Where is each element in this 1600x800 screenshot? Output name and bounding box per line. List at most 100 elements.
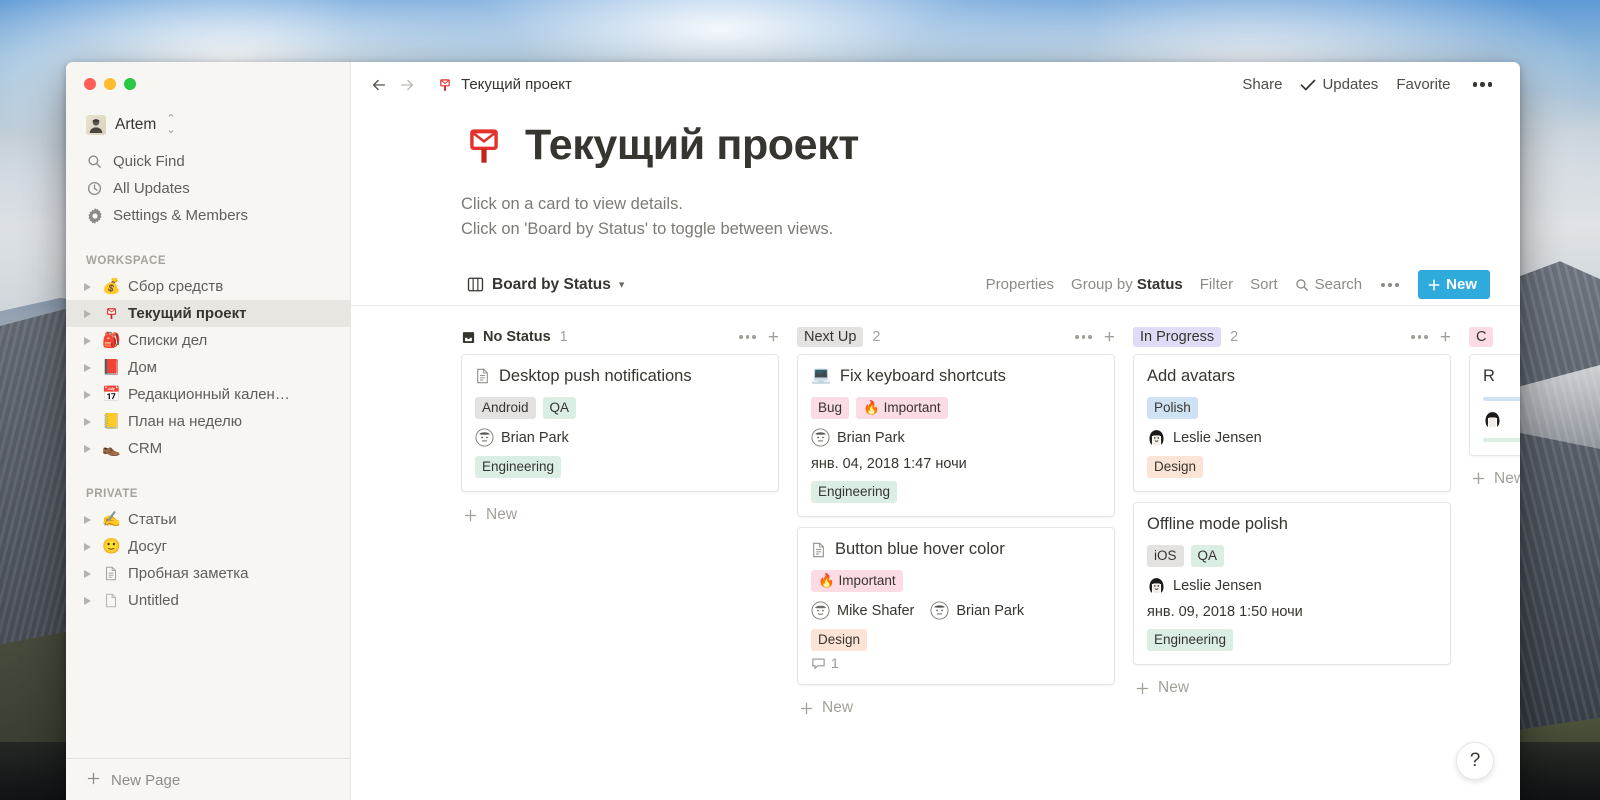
card-tag[interactable]: 🔥 Important: [856, 396, 948, 419]
expand-triangle-icon[interactable]: [84, 444, 92, 453]
column-add-icon[interactable]: +: [1440, 328, 1451, 347]
properties-button[interactable]: Properties: [986, 276, 1054, 293]
column-add-icon[interactable]: +: [1104, 328, 1115, 347]
board-card[interactable]: Add avatars Polish Leslie Jensen Design: [1133, 354, 1451, 493]
forward-button[interactable]: [393, 71, 421, 99]
department-tag[interactable]: Design: [1147, 456, 1204, 479]
updates-button[interactable]: Updates: [1300, 76, 1378, 93]
column-more-icon[interactable]: [1075, 335, 1092, 339]
back-button[interactable]: [365, 71, 393, 99]
card-tag[interactable]: Polish: [1147, 396, 1198, 419]
minimize-window-button[interactable]: [104, 78, 116, 90]
card-assignees: Brian Park: [475, 428, 765, 447]
sidebar-page-spiski-del[interactable]: 🎒 Списки дел: [66, 327, 350, 354]
card-tag[interactable]: 🔥 Important: [811, 569, 903, 593]
close-window-button[interactable]: [84, 78, 96, 90]
share-button[interactable]: Share: [1242, 76, 1282, 93]
kanban-board: No Status 1 + Desktop push notifications…: [351, 306, 1520, 721]
column-more-icon[interactable]: [739, 335, 756, 339]
card-tag[interactable]: Bug: [811, 396, 850, 419]
department-tag[interactable]: Engineering: [475, 456, 562, 479]
document-icon: [102, 566, 120, 581]
sidebar-page-probnaya-zametka[interactable]: Пробная заметка: [66, 560, 350, 587]
column-title-label[interactable]: C: [1469, 327, 1494, 348]
sidebar-page-sbor-sredstv[interactable]: 💰 Сбор средств: [66, 273, 350, 300]
sidebar-item-quick-find[interactable]: Quick Find: [80, 148, 340, 175]
new-record-button[interactable]: New: [1418, 270, 1490, 300]
sidebar-page-dosug[interactable]: 🙂 Досуг: [66, 533, 350, 560]
page-emoji-icon: [102, 306, 120, 321]
view-tab-board-by-status[interactable]: Board by Status ▾: [461, 272, 630, 298]
page-emoji-icon[interactable]: [461, 123, 507, 169]
expand-triangle-icon[interactable]: [84, 363, 92, 372]
expand-triangle-icon[interactable]: [84, 417, 92, 426]
column-add-icon[interactable]: +: [768, 328, 779, 347]
view-more-icon[interactable]: [1379, 278, 1401, 292]
filter-button[interactable]: Filter: [1200, 276, 1233, 293]
sidebar-page-plan-na-nedelyu[interactable]: 📒 План на неделю: [66, 408, 350, 435]
column-title[interactable]: No Status: [461, 329, 551, 345]
sidebar-page-tekushchiy-proekt[interactable]: Текущий проект: [66, 300, 350, 327]
column-new-card-button[interactable]: New: [1469, 466, 1520, 492]
avatar: [930, 601, 949, 620]
expand-triangle-icon[interactable]: [84, 542, 92, 551]
sidebar-page-stati[interactable]: ✍️ Статьи: [66, 506, 350, 533]
department-tag[interactable]: [1483, 437, 1520, 442]
board-card[interactable]: R: [1469, 354, 1520, 456]
check-icon: [1300, 78, 1316, 92]
group-by-button[interactable]: Group by Status: [1071, 276, 1183, 293]
card-tag[interactable]: Android: [475, 396, 536, 419]
column-header: No Status 1 +: [461, 320, 779, 354]
card-tag[interactable]: QA: [1190, 544, 1225, 568]
zoom-window-button[interactable]: [124, 78, 136, 90]
department-tag[interactable]: Engineering: [1147, 629, 1234, 652]
new-page-button[interactable]: New Page: [66, 758, 350, 800]
column-new-card-button[interactable]: New: [461, 502, 779, 528]
card-tag[interactable]: QA: [542, 396, 577, 419]
sidebar-page-redakcionnyy-kalendar[interactable]: 📅 Редакционный кален…: [66, 381, 350, 408]
help-button[interactable]: ?: [1456, 742, 1494, 780]
column-title-label[interactable]: In Progress: [1133, 327, 1222, 348]
sidebar-item-label: All Updates: [113, 180, 190, 197]
department-tag[interactable]: Engineering: [811, 481, 898, 504]
sidebar-item-all-updates[interactable]: All Updates: [80, 175, 340, 202]
column-new-card-button[interactable]: New: [1133, 675, 1451, 701]
sidebar-page-crm[interactable]: 👞 CRM: [66, 435, 350, 462]
expand-triangle-icon[interactable]: [84, 569, 92, 578]
updates-label: Updates: [1322, 76, 1379, 93]
card-title: Desktop push notifications: [475, 366, 765, 387]
favorite-button[interactable]: Favorite: [1396, 76, 1450, 93]
card-tag[interactable]: [1483, 396, 1520, 401]
department-tag[interactable]: Design: [811, 629, 868, 652]
expand-triangle-icon[interactable]: [84, 336, 92, 345]
board-card[interactable]: Desktop push notifications Android QA Br…: [461, 354, 779, 493]
column-new-label: New: [486, 506, 518, 524]
plus-icon: [1427, 278, 1441, 292]
column-more-icon[interactable]: [1411, 335, 1428, 339]
sort-button[interactable]: Sort: [1250, 276, 1278, 293]
card-tag[interactable]: iOS: [1147, 544, 1184, 568]
sidebar-item-settings-members[interactable]: Settings & Members: [80, 202, 340, 229]
expand-triangle-icon[interactable]: [84, 515, 92, 524]
expand-triangle-icon[interactable]: [84, 282, 92, 291]
board-card[interactable]: Offline mode polish iOS QA Leslie Jensen…: [1133, 502, 1451, 666]
assignee-name: Brian Park: [837, 429, 905, 446]
sidebar-nav: Quick Find All Updates Settings & Member…: [66, 144, 350, 229]
board-card[interactable]: 💻 Fix keyboard shortcuts Bug 🔥 Important: [797, 354, 1115, 518]
expand-triangle-icon[interactable]: [84, 309, 92, 318]
page-description: Click on a card to view details. Click o…: [461, 192, 1520, 242]
more-horizontal-icon[interactable]: [1469, 78, 1497, 91]
sidebar: Artem ⌃ ⌄ Quick Find All Updates Setting…: [66, 62, 351, 800]
breadcrumb[interactable]: Текущий проект: [431, 73, 578, 96]
expand-triangle-icon[interactable]: [84, 596, 92, 605]
column-title-label[interactable]: Next Up: [797, 327, 864, 348]
column-new-card-button[interactable]: New: [797, 695, 1115, 721]
sidebar-page-untitled[interactable]: Untitled: [66, 587, 350, 614]
board-card[interactable]: Button blue hover color 🔥 Important Mike…: [797, 527, 1115, 686]
sidebar-page-dom[interactable]: 📕 Дом: [66, 354, 350, 381]
page-emoji-icon: 🙂: [102, 538, 121, 555]
workspace-switcher[interactable]: Artem ⌃ ⌄: [80, 110, 340, 140]
search-button[interactable]: Search: [1295, 276, 1362, 293]
column-header: In Progress 2 +: [1133, 320, 1451, 354]
expand-triangle-icon[interactable]: [84, 390, 92, 399]
